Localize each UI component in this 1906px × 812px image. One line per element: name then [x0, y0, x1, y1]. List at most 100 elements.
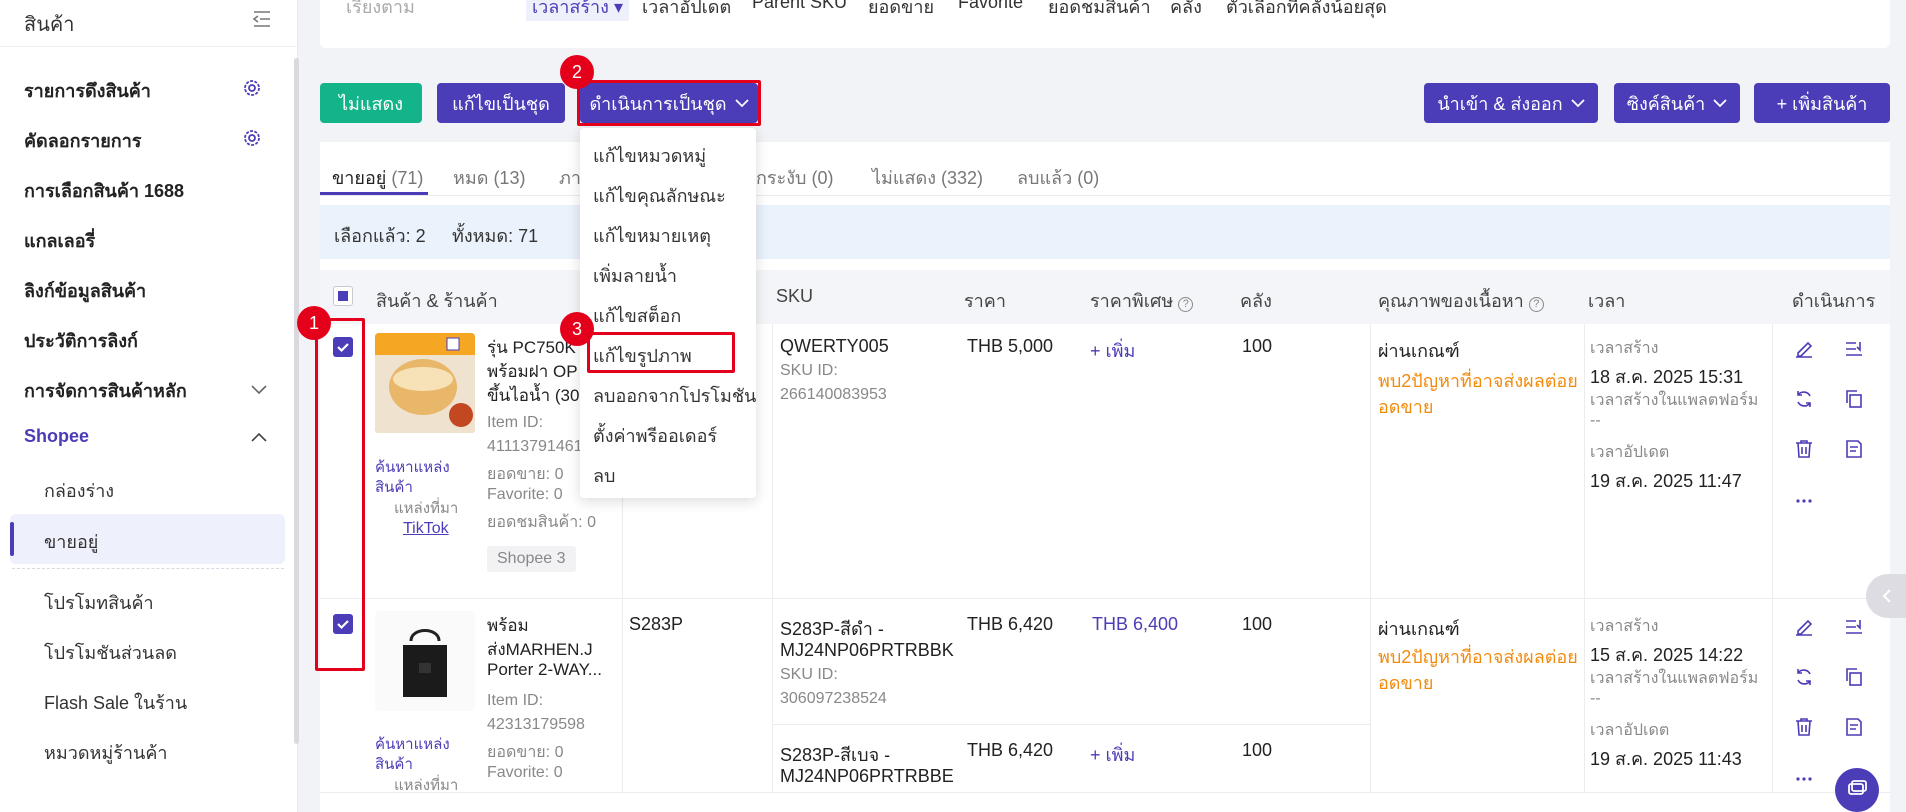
- divider: [320, 598, 1890, 599]
- product-name-line[interactable]: พร้อมฝา OP: [487, 358, 578, 385]
- sidebar-subitem-shop-categories[interactable]: หมวดหมู่ร้านค้า: [44, 738, 168, 767]
- sku-id-value: 306097238524: [780, 690, 887, 707]
- add-special-price-link[interactable]: + เพิ่ม: [1090, 740, 1135, 769]
- sort-option-created[interactable]: เวลาสร้าง ▾: [526, 0, 629, 21]
- source-label: แหล่งที่มา: [394, 500, 459, 517]
- sidebar-scrollbar[interactable]: [294, 58, 299, 744]
- note-icon[interactable]: [1843, 438, 1865, 460]
- more-icon[interactable]: [1793, 490, 1815, 512]
- copy-icon[interactable]: [1843, 388, 1865, 410]
- sku-code: MJ24NP06PRTRBBE: [780, 766, 954, 786]
- trash-icon[interactable]: [1793, 716, 1815, 738]
- tab-sold-out[interactable]: หมด (13): [453, 163, 525, 192]
- sidebar-subitem-discount[interactable]: โปรโมชันส่วนลด: [44, 638, 177, 667]
- chevron-down-icon[interactable]: [250, 383, 268, 395]
- chat-support-button[interactable]: [1835, 768, 1879, 812]
- tab-label: กระงับ: [756, 168, 807, 188]
- sidebar-item-pull-list[interactable]: รายการดึงสินค้า: [24, 76, 151, 105]
- trash-icon[interactable]: [1793, 438, 1815, 460]
- sidebar-subitem-promote[interactable]: โปรโมทสินค้า: [44, 588, 154, 617]
- select-all-checkbox[interactable]: [333, 286, 353, 306]
- sidebar-subitem-flash-sale[interactable]: Flash Sale ในร้าน: [44, 688, 187, 717]
- sync-products-button[interactable]: ซิงค์สินค้า: [1614, 83, 1740, 123]
- menu-item-preorder[interactable]: ตั้งค่าพรีออเดอร์: [593, 421, 717, 450]
- chevron-up-icon[interactable]: [250, 431, 268, 443]
- quality-warning[interactable]: อดขาย: [1378, 392, 1433, 421]
- quality-warning[interactable]: พบ2ปัญหาที่อาจส่งผลต่อย: [1378, 642, 1578, 671]
- sort-option-stock[interactable]: คลัง: [1170, 0, 1202, 21]
- sidebar-item-link-data[interactable]: ลิงก์ข้อมูลสินค้า: [24, 276, 146, 305]
- quality-warning[interactable]: พบ2ปัญหาที่อาจส่งผลต่อย: [1378, 366, 1578, 395]
- sidebar-item-link-history[interactable]: ประวัติการลิงก์: [24, 326, 138, 355]
- product-name-line[interactable]: Porter 2-WAY...: [487, 660, 602, 680]
- product-name-line[interactable]: ส่งMARHEN.J: [487, 636, 593, 663]
- sync-icon[interactable]: [1793, 666, 1815, 688]
- more-icon[interactable]: [1793, 768, 1815, 790]
- annotation-badge-1: 1: [297, 306, 331, 340]
- hide-button[interactable]: ไม่แสดง: [320, 83, 422, 123]
- sort-option-views[interactable]: ยอดชมสินค้า: [1048, 0, 1151, 21]
- sidebar-subitem-live[interactable]: ขายอยู่: [44, 527, 98, 556]
- quality-warning[interactable]: อดขาย: [1378, 668, 1433, 697]
- edit-icon[interactable]: [1793, 338, 1815, 360]
- menu-item-edit-category[interactable]: แก้ไขหมวดหมู่: [593, 141, 706, 170]
- batch-edit-button[interactable]: แก้ไขเป็นชุด: [437, 83, 565, 123]
- sort-option-updated[interactable]: เวลาอัปเดต: [642, 0, 731, 21]
- menu-item-add-watermark[interactable]: เพิ่มลายน้ำ: [593, 261, 677, 290]
- sync-icon[interactable]: [1793, 388, 1815, 410]
- sort-option-sales[interactable]: ยอดขาย: [868, 0, 934, 21]
- product-thumbnail[interactable]: [375, 611, 475, 711]
- divider: [1370, 324, 1371, 794]
- gear-icon[interactable]: [242, 78, 262, 98]
- menu-item-edit-notes[interactable]: แก้ไขหมายเหตุ: [593, 221, 711, 250]
- menu-item-edit-attributes[interactable]: แก้ไขคุณลักษณะ: [593, 181, 726, 210]
- tab-live[interactable]: ขายอยู่ (71): [332, 163, 423, 192]
- menu-item-delete[interactable]: ลบ: [593, 461, 615, 490]
- import-export-button[interactable]: นำเข้า & ส่งออก: [1424, 83, 1598, 123]
- help-icon[interactable]: ?: [1528, 297, 1544, 312]
- tab-suspended[interactable]: กระงับ (0): [756, 163, 833, 192]
- chat-icon: [1848, 780, 1867, 795]
- sales-count: ยอดขาย: 0: [487, 744, 564, 761]
- tab-hidden[interactable]: ไม่แสดง (332): [872, 163, 983, 192]
- column-header-label: ราคาพิเศษ: [1090, 291, 1174, 311]
- tab-count: (332): [941, 168, 984, 188]
- active-item-indicator: [10, 522, 14, 556]
- sidebar-item-gallery[interactable]: แกลเลอรี่: [24, 226, 95, 255]
- add-product-button[interactable]: + เพิ่มสินค้า: [1754, 83, 1890, 123]
- column-header-label: คุณภาพของเนื้อหา: [1378, 291, 1524, 311]
- side-panel-toggle[interactable]: [1866, 574, 1906, 618]
- total-count: ทั้งหมด: 71: [452, 226, 539, 246]
- note-icon[interactable]: [1843, 716, 1865, 738]
- product-thumbnail[interactable]: [375, 333, 475, 433]
- sync-products-label: ซิงค์สินค้า: [1626, 93, 1706, 114]
- add-special-price-link[interactable]: + เพิ่ม: [1090, 336, 1135, 365]
- source-link[interactable]: TikTok: [403, 520, 449, 538]
- sidebar-item-shopee[interactable]: Shopee: [24, 426, 89, 447]
- stock-value: 100: [1242, 336, 1273, 356]
- product-name-line[interactable]: ขึ้นไอน้ำ (300: [487, 382, 589, 409]
- sort-list-icon[interactable]: [1843, 338, 1865, 360]
- sort-option-parent-sku[interactable]: Parent SKU: [752, 0, 847, 13]
- sidebar-item-copy-list[interactable]: คัดลอกรายการ: [24, 126, 141, 155]
- help-icon[interactable]: ?: [1178, 297, 1194, 312]
- product-name-line[interactable]: พร้อม: [487, 612, 529, 639]
- sort-list-icon[interactable]: [1843, 616, 1865, 638]
- sidebar-subitem-drafts[interactable]: กล่องร่าง: [44, 476, 114, 505]
- special-price-value[interactable]: THB 6,400: [1092, 614, 1178, 635]
- created-time: 15 ส.ค. 2025 14:22: [1590, 645, 1744, 665]
- tab-deleted[interactable]: ลบแล้ว (0): [1017, 163, 1099, 192]
- menu-item-edit-stock[interactable]: แก้ไขสต็อก: [593, 301, 681, 330]
- copy-icon[interactable]: [1843, 666, 1865, 688]
- tab-partial[interactable]: ภา: [559, 163, 581, 192]
- edit-icon[interactable]: [1793, 616, 1815, 638]
- sidebar-item-1688[interactable]: การเลือกสินค้า 1688: [24, 176, 184, 205]
- menu-item-remove-promotion[interactable]: ลบออกจากโปรโมชัน: [593, 381, 756, 410]
- column-header-time: เวลา: [1588, 291, 1626, 311]
- sort-option-favorite[interactable]: Favorite: [958, 0, 1023, 13]
- collapse-menu-icon[interactable]: [252, 10, 272, 28]
- gear-icon[interactable]: [242, 128, 262, 148]
- sort-option-min-stock[interactable]: ตัวเลือกที่คลังน้อยสุด: [1226, 0, 1387, 21]
- views-count: ยอดชมสินค้า: 0: [487, 514, 596, 531]
- sidebar-item-master-products[interactable]: การจัดการสินค้าหลัก: [24, 376, 187, 405]
